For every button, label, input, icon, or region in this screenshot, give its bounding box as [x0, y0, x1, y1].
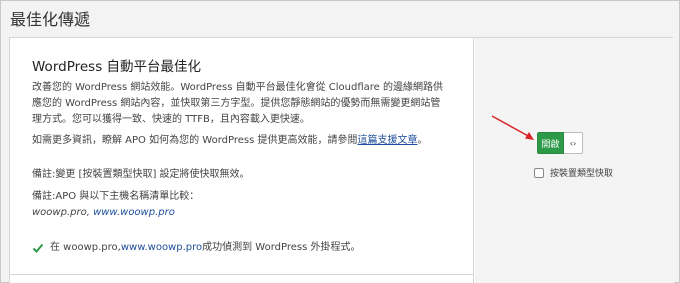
- hostname-list: woowp.pro, www.woowp.pro: [32, 205, 199, 221]
- card-controls-panel: [475, 38, 674, 283]
- more-info-text: 如需更多資訊，瞭解 APO 如何為您的 WordPress 提供更高效能，請參閱…: [32, 134, 462, 148]
- status-suffix: 成功偵測到 WordPress 外掛程式。: [202, 242, 361, 253]
- note-hostnames-label: 備註:APO 與以下主機名稱清單比較：: [32, 191, 200, 202]
- more-info-suffix: 。: [417, 135, 428, 146]
- plugin-detected-status: 在 woowp.pro, www.woowp.pro 成功偵測到 WordPre…: [32, 241, 361, 255]
- divider: [10, 274, 474, 275]
- red-arrow: [491, 115, 534, 140]
- cache-by-device-option[interactable]: 按裝置類型快取: [534, 166, 613, 179]
- cache-by-device-checkbox[interactable]: [534, 167, 544, 178]
- apo-card: WordPress 自動平台最佳化 改善您的 WordPress 網站效能。Wo…: [9, 37, 674, 283]
- section-title: 最佳化傳遞: [10, 10, 91, 29]
- apo-toggle[interactable]: 開啟 ‹›: [537, 132, 583, 154]
- note-hostnames: 備註:APO 與以下主機名稱清單比較： woowp.pro, www.woowp…: [32, 189, 199, 221]
- support-article-link[interactable]: 這篇支援文章: [357, 135, 417, 146]
- card-content: WordPress 自動平台最佳化 改善您的 WordPress 網站效能。Wo…: [10, 38, 474, 283]
- description-line: 理方式。您可以獲得一致、快速的 TTFB，且內容載入更快速。: [32, 114, 310, 125]
- hostname-link[interactable]: www.woowp.pro: [93, 207, 175, 218]
- toggle-on-label[interactable]: 開啟: [537, 132, 564, 154]
- more-info-prefix: 如需更多資訊，瞭解 APO 如何為您的 WordPress 提供更高效能，請參閱: [32, 135, 358, 146]
- note-cache-by-device: 備註:變更 [按裝置類型快取] 設定將使快取無效。: [32, 169, 250, 180]
- card-title: WordPress 自動平台最佳化: [32, 59, 202, 75]
- cache-by-device-label[interactable]: 按裝置類型快取: [550, 166, 613, 179]
- status-prefix: 在 woowp.pro,: [50, 242, 121, 253]
- status-host-link[interactable]: www.woowp.pro: [121, 241, 202, 255]
- toggle-handle-icon[interactable]: ‹›: [564, 132, 583, 154]
- card-description: 改善您的 WordPress 網站效能。WordPress 自動平台最佳化會從 …: [32, 80, 462, 128]
- check-icon: [32, 243, 44, 253]
- description-line: 改善您的 WordPress 網站效能。WordPress 自動平台最佳化會從 …: [32, 82, 443, 93]
- description-line: 應您的 WordPress 網站內容，並快取第三方字型。提供您靜態網站的優勢而無…: [32, 98, 441, 109]
- hostname: woowp.pro: [32, 207, 87, 218]
